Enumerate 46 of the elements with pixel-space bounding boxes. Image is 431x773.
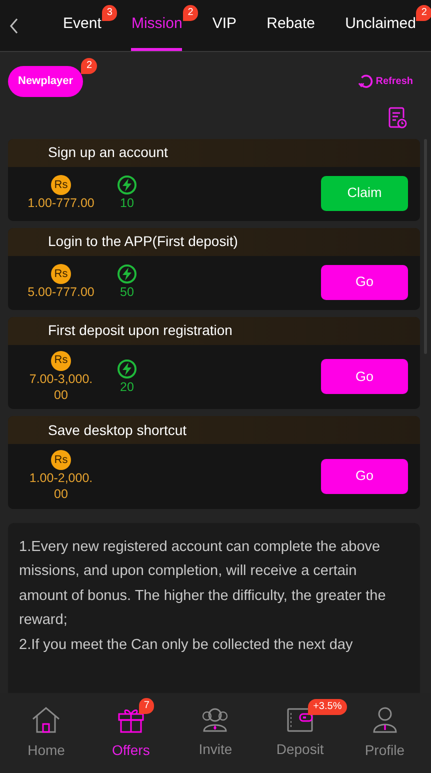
count-badge: 2: [416, 5, 431, 21]
lightning-icon: [117, 358, 137, 379]
tab[interactable]: Rebate: [266, 0, 315, 51]
go-button[interactable]: Go: [321, 359, 408, 394]
count-badge: 2: [182, 5, 198, 21]
rupee-coin-icon: Rs: [51, 450, 71, 470]
tab[interactable]: VIP: [212, 0, 237, 51]
rupee-coin-icon: Rs: [51, 350, 71, 370]
back-icon: [9, 18, 19, 34]
rule-text: 2.If you meet the Can only be collected the next day: [19, 636, 354, 654]
home-icon: [31, 706, 62, 734]
tab[interactable]: Event: [63, 0, 102, 51]
mission-title: Login to the APP(First deposit): [48, 232, 238, 251]
refresh-button[interactable]: Refresh: [358, 74, 413, 89]
history-icon[interactable]: [388, 106, 407, 128]
energy-points: 20: [120, 378, 134, 395]
person-icon: [372, 706, 398, 734]
rupee-coin-icon: Rs: [51, 264, 71, 284]
newplayer-button[interactable]: Newplayer: [8, 66, 84, 96]
energy-points: 50: [120, 284, 134, 301]
lightning-icon: [117, 175, 137, 196]
wallet-icon: [286, 706, 314, 732]
go-button[interactable]: Go: [321, 265, 408, 300]
claim-button[interactable]: Claim: [321, 176, 408, 211]
reward-amount: 5.00-777.00: [26, 284, 96, 301]
go-button[interactable]: Go: [321, 458, 408, 494]
mission-title: First deposit upon registration: [48, 321, 232, 340]
rule-text: 1.Every new registered account can complete the above missions, and upon completion, will receive a certain amount of bonus. The higher the difficulty, the greater the reward;: [19, 538, 387, 630]
nav-item[interactable]: Home: [14, 706, 78, 760]
nav-item[interactable]: Invite: [183, 706, 248, 760]
refresh-icon: [358, 74, 373, 89]
reward-amount: 1.00-777.00: [26, 195, 96, 212]
reward-amount: 1.00-2,000.00: [28, 470, 94, 502]
tab[interactable]: Unclaimed: [345, 0, 416, 51]
reward-amount: 7.00-3,000.00: [28, 370, 94, 403]
mission-title: Sign up an account: [48, 143, 168, 162]
count-badge: 3: [102, 5, 118, 21]
count-badge: 2: [81, 58, 98, 74]
people-icon: [200, 706, 230, 732]
rupee-coin-icon: Rs: [51, 175, 71, 196]
mission-title: Save desktop shortcut: [48, 420, 187, 440]
energy-points: 10: [120, 195, 134, 212]
count-badge: +3.5%: [308, 698, 347, 714]
count-badge: 7: [138, 698, 154, 714]
lightning-icon: [117, 264, 137, 284]
nav-item[interactable]: Profile: [352, 706, 417, 760]
